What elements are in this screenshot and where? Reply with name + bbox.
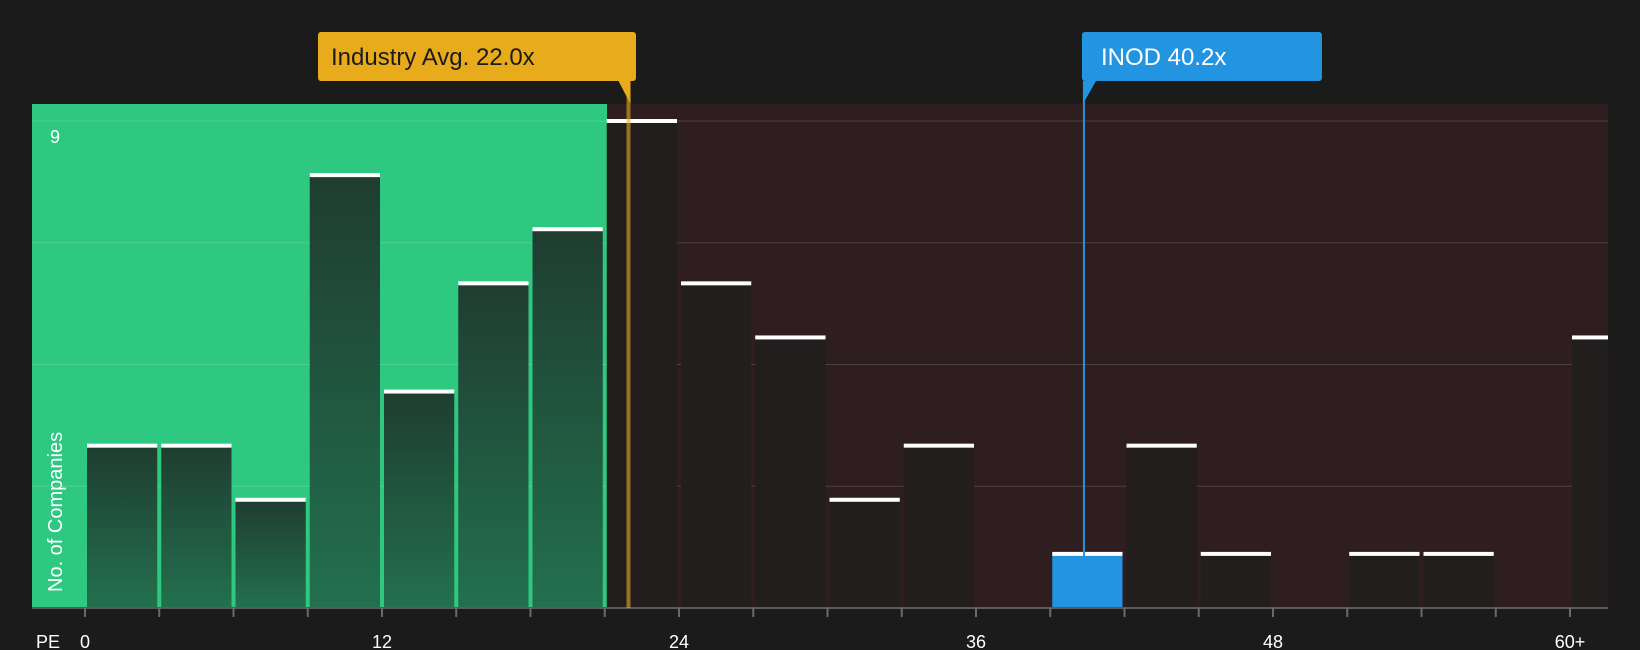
histogram-bar-cap: [235, 497, 306, 502]
histogram-bar-cap: [1423, 551, 1494, 556]
company-pe-label: INOD 40.2x: [1101, 44, 1226, 71]
histogram-bar-cap: [606, 119, 677, 123]
histogram-bar: [1052, 553, 1123, 608]
histogram-bar-cap: [681, 281, 752, 286]
histogram-bar: [87, 445, 158, 608]
histogram-bar: [1126, 445, 1197, 608]
histogram-bar-cap: [1052, 551, 1123, 556]
histogram-bar: [1572, 337, 1608, 608]
histogram-bar: [235, 499, 306, 608]
y-axis-label: No. of Companies: [45, 432, 67, 592]
histogram-bar: [1200, 553, 1271, 608]
industry-average-label: Industry Avg. 22.0x: [331, 44, 535, 71]
company-pe-pointer: [1082, 81, 1096, 104]
histogram-bar: [458, 283, 529, 608]
y-max-tick-label: 9: [50, 127, 60, 147]
histogram-bar-cap: [532, 227, 603, 232]
x-tick-label: 12: [372, 632, 392, 650]
x-tick-label: 0: [80, 632, 90, 650]
histogram-bar: [161, 445, 232, 608]
x-tick-label: 24: [669, 632, 689, 650]
histogram-bar: [681, 283, 752, 608]
histogram-bar-cap: [87, 443, 158, 448]
x-ticks: 0 12 24 36 48 60+: [80, 608, 1585, 650]
x-tick-label: 36: [966, 632, 986, 650]
histogram-bar-cap: [1349, 551, 1420, 556]
histogram-bar: [1349, 553, 1420, 608]
histogram-bar: [384, 391, 455, 608]
histogram-bar: [829, 499, 900, 608]
histogram-bar-cap: [1200, 551, 1271, 556]
industry-average-pointer: [618, 81, 631, 104]
histogram-bar-cap: [755, 335, 826, 340]
histogram-bar: [1423, 553, 1494, 608]
histogram-bar-cap: [458, 281, 529, 286]
histogram-bar-cap: [829, 497, 900, 502]
histogram-bar-cap: [309, 173, 380, 178]
histogram-bar: [606, 121, 677, 608]
histogram-bar-cap: [1126, 443, 1197, 448]
pe-histogram-chart: 0 12 24 36 48 60+ PE 9 No. of Companies Indus…: [32, 32, 1608, 650]
histogram-bar-cap: [1572, 335, 1608, 340]
histogram-bar: [309, 175, 380, 608]
histogram-bar: [755, 337, 826, 608]
histogram-bar-cap: [161, 443, 232, 448]
x-axis-label: PE: [36, 632, 60, 650]
histogram-bar-cap: [903, 443, 974, 448]
histogram-bar-cap: [384, 389, 455, 394]
x-tick-label: 48: [1263, 632, 1283, 650]
histogram-bar: [903, 445, 974, 608]
histogram-bar: [532, 229, 603, 608]
x-tick-label: 60+: [1555, 632, 1586, 650]
